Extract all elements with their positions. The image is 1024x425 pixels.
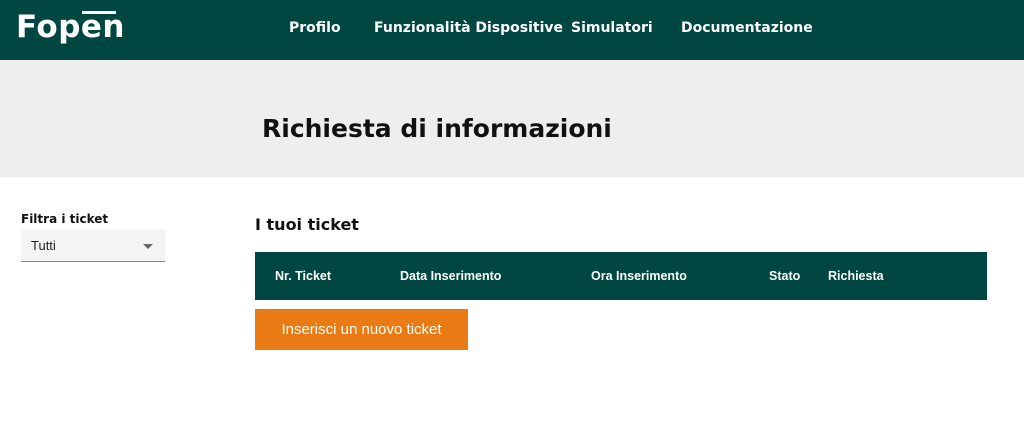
filter-selected-value: Tutti	[31, 238, 56, 253]
nav-item-funzionalita-dispositive[interactable]: Funzionalità Dispositive	[374, 19, 563, 37]
fopen-logo[interactable]: Fopen	[16, 9, 125, 45]
ticket-filter-select[interactable]: Tutti	[21, 229, 165, 262]
nav-item-simulatori[interactable]: Simulatori	[571, 19, 653, 37]
logo-accent-bar	[82, 11, 116, 14]
tickets-section-title: I tuoi ticket	[255, 215, 359, 234]
filter-label: Filtra i ticket	[21, 212, 109, 226]
column-header-nr-ticket[interactable]: Nr. Ticket	[275, 268, 331, 284]
tickets-table-header: Nr. Ticket Data Inserimento Ora Inserime…	[255, 252, 987, 300]
top-navigation-bar: Fopen Profilo Funzionalità Dispositive S…	[0, 0, 1024, 60]
column-header-stato[interactable]: Stato	[769, 268, 800, 284]
column-header-data-inserimento[interactable]: Data Inserimento	[400, 268, 501, 284]
page-header-banner: Richiesta di informazioni	[0, 60, 1024, 177]
page-title: Richiesta di informazioni	[262, 114, 612, 143]
column-header-ora-inserimento[interactable]: Ora Inserimento	[591, 268, 687, 284]
chevron-down-icon	[143, 244, 153, 249]
new-ticket-button[interactable]: Inserisci un nuovo ticket	[255, 309, 468, 350]
nav-item-profilo[interactable]: Profilo	[289, 19, 341, 37]
nav-item-documentazione[interactable]: Documentazione	[681, 19, 813, 37]
column-header-richiesta[interactable]: Richiesta	[828, 268, 884, 284]
